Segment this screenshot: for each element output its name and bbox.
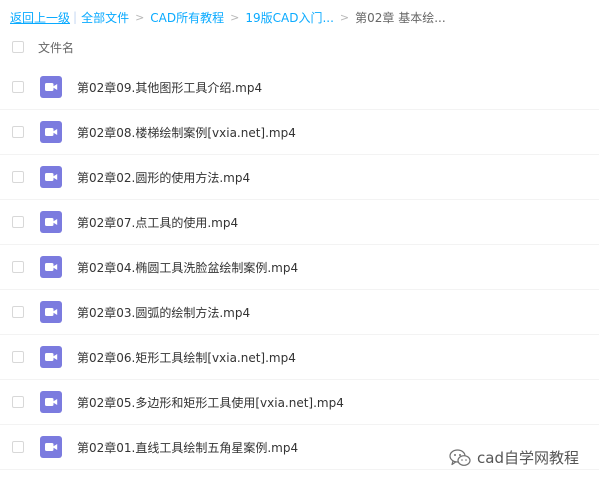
list-item[interactable]: 第02章02.圆形的使用方法.mp4	[0, 155, 599, 200]
breadcrumb-divider: |	[73, 10, 78, 24]
list-header: 文件名	[0, 34, 599, 60]
row-checkbox[interactable]	[12, 396, 24, 408]
chevron-right-icon: >	[135, 10, 145, 24]
back-link[interactable]: 返回上一级	[10, 9, 70, 26]
breadcrumb-item-cad-tutorials[interactable]: CAD所有教程	[150, 9, 224, 26]
breadcrumb: 返回上一级 | 全部文件 > CAD所有教程 > 19版CAD入门... > 第…	[10, 7, 446, 27]
filename-column-header[interactable]: 文件名	[38, 39, 74, 56]
row-checkbox[interactable]	[12, 171, 24, 183]
video-file-icon	[40, 166, 62, 188]
video-file-icon	[40, 211, 62, 233]
list-item[interactable]: 第02章07.点工具的使用.mp4	[0, 200, 599, 245]
row-checkbox[interactable]	[12, 81, 24, 93]
file-name[interactable]: 第02章08.楼梯绘制案例[vxia.net].mp4	[77, 124, 296, 141]
file-browser: 返回上一级 | 全部文件 > CAD所有教程 > 19版CAD入门... > 第…	[0, 0, 599, 482]
row-checkbox[interactable]	[12, 351, 24, 363]
file-name[interactable]: 第02章02.圆形的使用方法.mp4	[77, 169, 250, 186]
file-name[interactable]: 第02章03.圆弧的绘制方法.mp4	[77, 304, 250, 321]
video-file-icon	[40, 301, 62, 323]
file-name[interactable]: 第02章04.椭圆工具洗脸盆绘制案例.mp4	[77, 259, 298, 276]
file-name[interactable]: 第02章05.多边形和矩形工具使用[vxia.net].mp4	[77, 394, 344, 411]
video-file-icon	[40, 436, 62, 458]
list-item[interactable]: 第02章04.椭圆工具洗脸盆绘制案例.mp4	[0, 245, 599, 290]
breadcrumb-item-current: 第02章 基本绘...	[355, 10, 446, 25]
list-item[interactable]: 第02章09.其他图形工具介绍.mp4	[0, 65, 599, 110]
video-file-icon	[40, 76, 62, 98]
video-file-icon	[40, 121, 62, 143]
video-file-icon	[40, 256, 62, 278]
file-name[interactable]: 第02章09.其他图形工具介绍.mp4	[77, 79, 262, 96]
list-item[interactable]: 第02章03.圆弧的绘制方法.mp4	[0, 290, 599, 335]
select-all-checkbox[interactable]	[12, 41, 24, 53]
chevron-right-icon: >	[230, 10, 240, 24]
breadcrumb-item-cad-intro[interactable]: 19版CAD入门...	[245, 9, 334, 26]
wechat-icon	[449, 448, 471, 467]
chevron-right-icon: >	[339, 10, 350, 24]
watermark-text: cad自学网教程	[477, 449, 579, 467]
list-item[interactable]: 第02章05.多边形和矩形工具使用[vxia.net].mp4	[0, 380, 599, 425]
list-item[interactable]: 第02章08.楼梯绘制案例[vxia.net].mp4	[0, 110, 599, 155]
video-file-icon	[40, 346, 62, 368]
file-list: 第02章09.其他图形工具介绍.mp4 第02章08.楼梯绘制案例[vxia.n…	[0, 65, 599, 470]
video-file-icon	[40, 391, 62, 413]
row-checkbox[interactable]	[12, 126, 24, 138]
list-item[interactable]: 第02章06.矩形工具绘制[vxia.net].mp4	[0, 335, 599, 380]
row-checkbox[interactable]	[12, 306, 24, 318]
row-checkbox[interactable]	[12, 261, 24, 273]
file-name[interactable]: 第02章01.直线工具绘制五角星案例.mp4	[77, 439, 298, 456]
watermark: cad自学网教程	[449, 447, 579, 468]
file-name[interactable]: 第02章07.点工具的使用.mp4	[77, 214, 238, 231]
file-name[interactable]: 第02章06.矩形工具绘制[vxia.net].mp4	[77, 349, 296, 366]
row-checkbox[interactable]	[12, 441, 24, 453]
row-checkbox[interactable]	[12, 216, 24, 228]
breadcrumb-item-all-files[interactable]: 全部文件	[81, 9, 129, 26]
